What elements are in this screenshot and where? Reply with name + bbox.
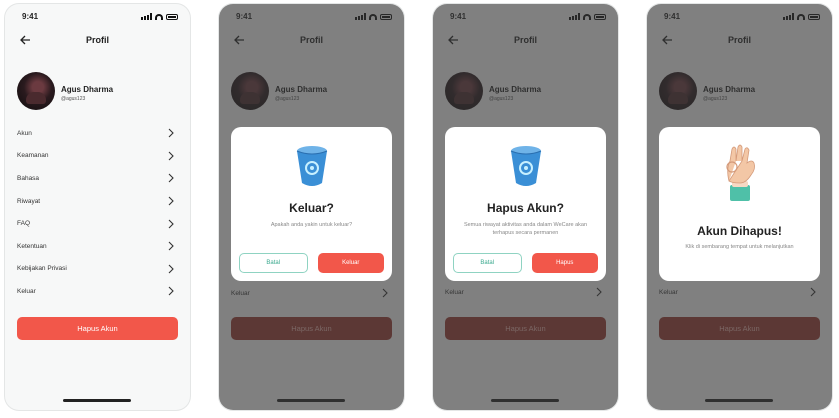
chevron-right-icon — [168, 264, 174, 274]
modal-actions: Batal Hapus — [453, 253, 598, 273]
account-deleted-modal[interactable]: Akun Dihapus! Klik di sembarang tempat u… — [659, 127, 820, 281]
modal-title: Keluar? — [289, 201, 334, 215]
chevron-right-icon — [168, 151, 174, 161]
menu-item-ketentuan[interactable]: Ketentuan — [17, 235, 176, 258]
home-indicator — [63, 399, 131, 402]
cancel-button[interactable]: Batal — [239, 253, 308, 273]
signal-icon — [141, 13, 152, 20]
menu-item-label: Keamanan — [17, 152, 49, 160]
page-title: Profil — [85, 35, 109, 45]
chevron-right-icon — [168, 287, 174, 296]
status-bar: 9:41 — [5, 11, 190, 23]
menu-item-label: Kebijakan Privasi — [17, 265, 67, 273]
phone-delete-modal-screen: 9:41 Profil Agus Dharma @agus123 Keluar … — [433, 4, 618, 410]
chevron-right-icon — [168, 219, 174, 229]
cancel-button[interactable]: Batal — [453, 253, 522, 273]
avatar — [17, 72, 55, 110]
profile-card: Agus Dharma @agus123 — [17, 72, 178, 112]
delete-confirm-button[interactable]: Hapus — [531, 253, 598, 273]
menu-item-faq[interactable]: FAQ — [17, 212, 176, 235]
status-icons — [141, 13, 178, 20]
menu-item-label: Keluar — [17, 287, 36, 295]
phone-logout-modal-screen: 9:41 Profil Agus Dharma @agus123 Keluar … — [219, 4, 404, 410]
header: Profil — [5, 32, 190, 50]
trash-bin-icon — [510, 146, 541, 186]
menu-item-label: Bahasa — [17, 174, 40, 182]
menu-item-label: Akun — [17, 129, 32, 137]
modal-actions: Batal Keluar — [239, 253, 384, 273]
menu-item-keamanan[interactable]: Keamanan — [17, 145, 176, 168]
logout-confirm-button[interactable]: Keluar — [317, 253, 384, 273]
chevron-right-icon — [168, 174, 174, 183]
menu-list: Akun Keamanan Bahasa Riwayat FAQ Ketentu… — [17, 122, 176, 303]
logout-modal: Keluar? Apakah anda yakin untuk keluar? … — [231, 127, 392, 281]
profile-name: Agus Dharma — [61, 85, 114, 94]
modal-title: Akun Dihapus! — [697, 224, 782, 238]
chevron-right-icon — [168, 241, 174, 251]
phone-profile-screen: 9:41 Profil Agus Dharma @agus123 Akun Ke… — [5, 4, 190, 410]
menu-item-akun[interactable]: Akun — [17, 122, 176, 145]
menu-item-kebijakan-privasi[interactable]: Kebijakan Privasi — [17, 258, 176, 281]
menu-item-label: Ketentuan — [17, 242, 47, 250]
chevron-right-icon — [168, 128, 174, 138]
delete-account-button[interactable]: Hapus Akun — [17, 317, 178, 340]
battery-icon — [166, 13, 178, 20]
menu-item-keluar[interactable]: Keluar — [17, 280, 176, 303]
profile-username: @agus123 — [61, 96, 86, 102]
modal-message: Semua riwayat aktivitas anda dalam WeCar… — [463, 222, 588, 237]
ok-hand-icon — [725, 144, 755, 201]
menu-item-bahasa[interactable]: Bahasa — [17, 167, 176, 190]
wifi-icon — [155, 13, 163, 20]
phone-account-deleted-screen: 9:41 Profil Agus Dharma @agus123 Keluar … — [647, 4, 832, 410]
menu-item-label: Riwayat — [17, 197, 41, 205]
status-time: 9:41 — [22, 12, 39, 21]
modal-message: Klik di sembarang tempat untuk melanjutk… — [685, 244, 794, 250]
delete-account-modal: Hapus Akun? Semua riwayat aktivitas anda… — [445, 127, 606, 281]
chevron-right-icon — [168, 196, 174, 206]
menu-item-riwayat[interactable]: Riwayat — [17, 190, 176, 213]
trash-bin-icon — [296, 146, 327, 186]
menu-item-label: FAQ — [17, 220, 31, 228]
modal-message: Apakah anda yakin untuk keluar? — [270, 222, 353, 228]
modal-title: Hapus Akun? — [487, 201, 564, 215]
